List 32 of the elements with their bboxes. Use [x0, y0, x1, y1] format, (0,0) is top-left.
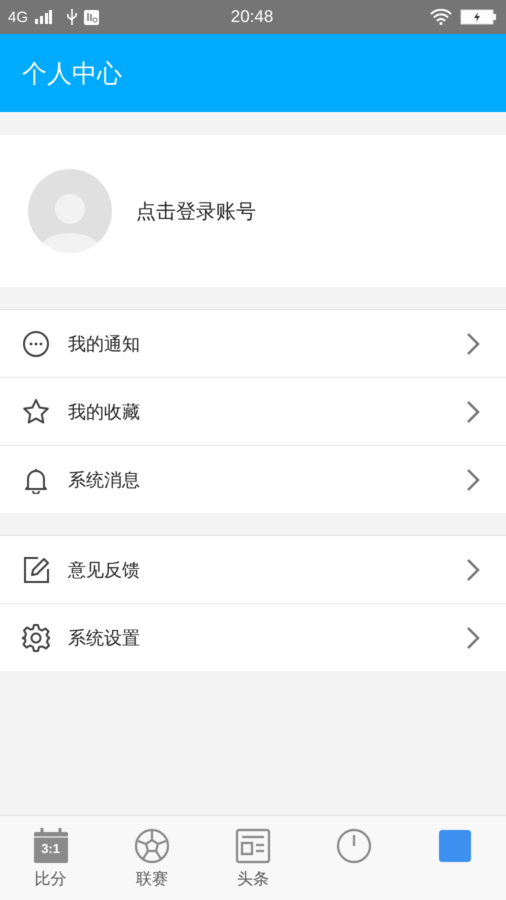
chevron-right-icon [466, 626, 480, 650]
page-title: 个人中心 [22, 58, 122, 90]
login-prompt[interactable]: 点击登录账号 [136, 198, 256, 224]
battery-icon [460, 9, 496, 25]
chevron-right-icon [466, 558, 480, 582]
wifi-icon [430, 9, 452, 25]
news-icon [235, 827, 271, 864]
settings-icon [22, 624, 50, 652]
chevron-right-icon [466, 468, 480, 492]
clock-time: 20:48 [230, 7, 274, 27]
menu-item[interactable]: 系统设置 [0, 603, 506, 671]
score-text: 3:1 [40, 841, 61, 856]
notification-icon [84, 10, 100, 24]
tab[interactable]: 头条 [202, 816, 304, 900]
star-icon [22, 398, 50, 426]
network-type: 4G [8, 8, 28, 26]
menu-item[interactable]: 我的通知 [0, 309, 506, 377]
avatar-icon [28, 169, 112, 253]
menu-item[interactable]: 我的收藏 [0, 377, 506, 445]
tab[interactable]: 联赛 [101, 816, 202, 900]
menu-item[interactable]: 系统消息 [0, 445, 506, 513]
chevron-right-icon [466, 400, 480, 424]
clock-icon [336, 827, 372, 864]
more-icon [22, 330, 50, 358]
soccer-ball-icon [134, 827, 170, 864]
calendar-icon [32, 827, 69, 864]
signal-icon [34, 10, 52, 24]
usb-icon [66, 9, 78, 25]
tab[interactable]: 3:1 比分 [0, 816, 102, 900]
chevron-right-icon [466, 332, 480, 356]
edit-icon [22, 556, 50, 584]
menu-item[interactable]: 意见反馈 [0, 535, 506, 603]
